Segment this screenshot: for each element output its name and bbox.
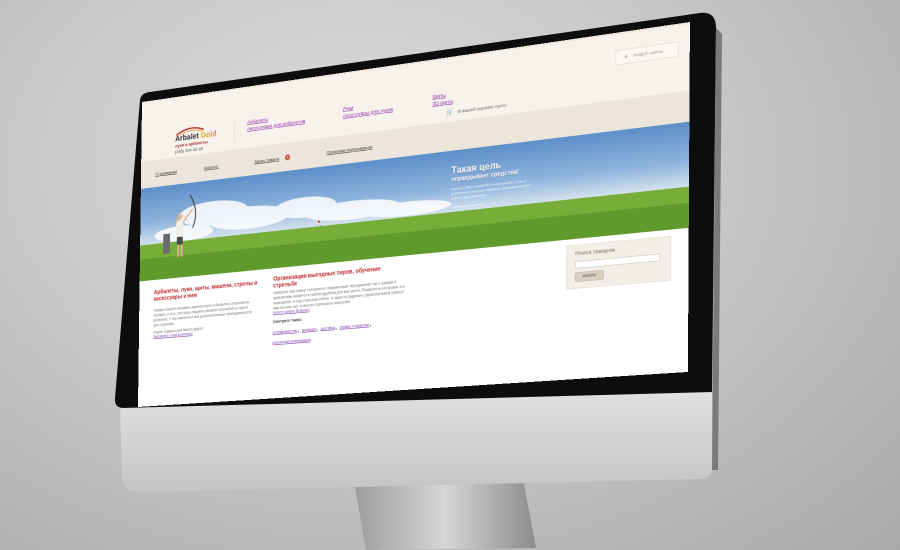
- search-heading: Поиск товаров: [575, 246, 616, 257]
- see-also-label: Смотрите также:: [272, 317, 303, 325]
- header-divider: [234, 117, 236, 143]
- see-also-link[interactable]: дилерам: [302, 328, 316, 333]
- nav-info[interactable]: Полезная информация: [327, 144, 373, 155]
- cart-icon: 🛒: [446, 108, 454, 117]
- nav-catalog[interactable]: Каталог: [204, 164, 218, 171]
- see-also-link[interactable]: сервис и гарантии: [340, 323, 369, 329]
- cart-text: В вашей корзине пусто: [457, 102, 507, 115]
- see-also-link[interactable]: доставка: [320, 326, 334, 331]
- nav-order[interactable]: Заказ товара: [254, 156, 279, 164]
- cart-status[interactable]: 🛒 В вашей корзине пусто: [446, 102, 506, 116]
- nav-about[interactable]: О компании: [155, 169, 176, 177]
- background: Arbalet Gold луки и арбалеты (495) 504-6…: [0, 0, 900, 550]
- search-button[interactable]: искать!: [574, 269, 604, 283]
- see-also-link[interactable]: контактная информация: [273, 338, 311, 345]
- nav-order-plus-icon[interactable]: +: [284, 154, 291, 161]
- search-input[interactable]: [574, 253, 661, 269]
- lock-icon: ▲: [623, 52, 629, 60]
- see-also-link[interactable]: сотрудничество: [273, 329, 298, 335]
- header-link-3d-shields[interactable]: 3D щиты: [432, 98, 453, 107]
- website: Arbalet Gold луки и арбалеты (495) 504-6…: [137, 21, 690, 407]
- search-panel: Поиск товаров искать!: [565, 235, 672, 290]
- login-button[interactable]: ▲ вход в сайты: [615, 41, 679, 66]
- login-label: вход в сайты: [633, 48, 664, 58]
- screen: Arbalet Gold луки и арбалеты (495) 504-6…: [0, 0, 900, 550]
